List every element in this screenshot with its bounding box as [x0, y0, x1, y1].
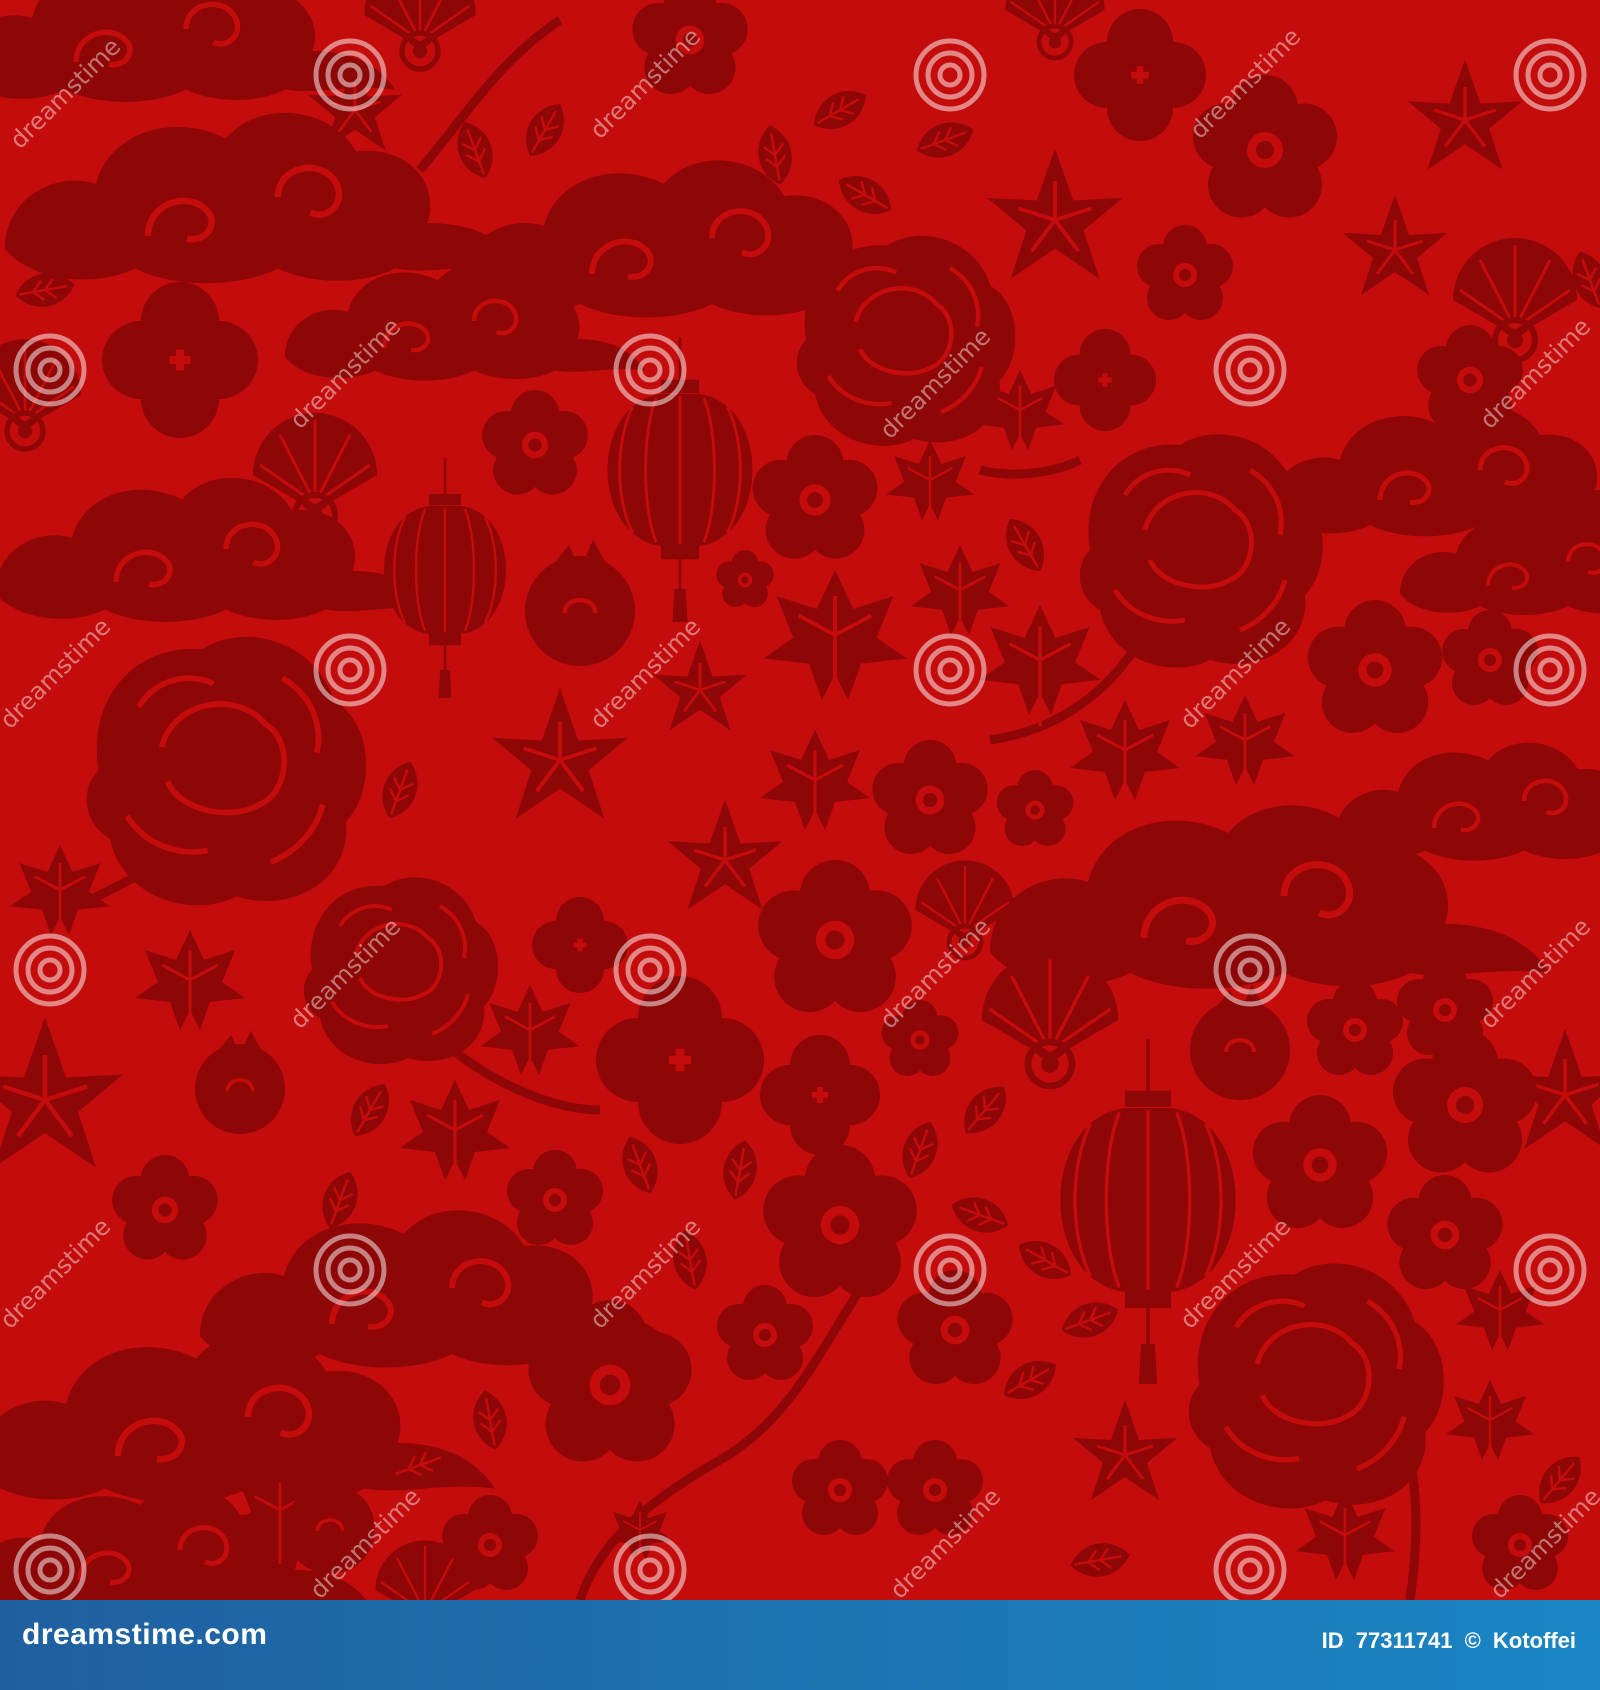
image-credit: ID 77311741 © Kotoffei	[1316, 1628, 1576, 1654]
red-chinese-pattern-background: dreamstime dreamstime dreamstime dreamst…	[0, 0, 1600, 1600]
copyright-symbol: ©	[1464, 1628, 1481, 1653]
motif-layer	[0, 0, 1600, 1600]
author-name[interactable]: Kotoffei	[1493, 1628, 1576, 1653]
id-label: ID	[1321, 1628, 1344, 1653]
site-logo-text[interactable]: dreamstime.com	[22, 1618, 267, 1652]
stock-image-frame: dreamstime dreamstime dreamstime dreamst…	[0, 0, 1600, 1690]
id-number: 77311741	[1355, 1628, 1453, 1653]
